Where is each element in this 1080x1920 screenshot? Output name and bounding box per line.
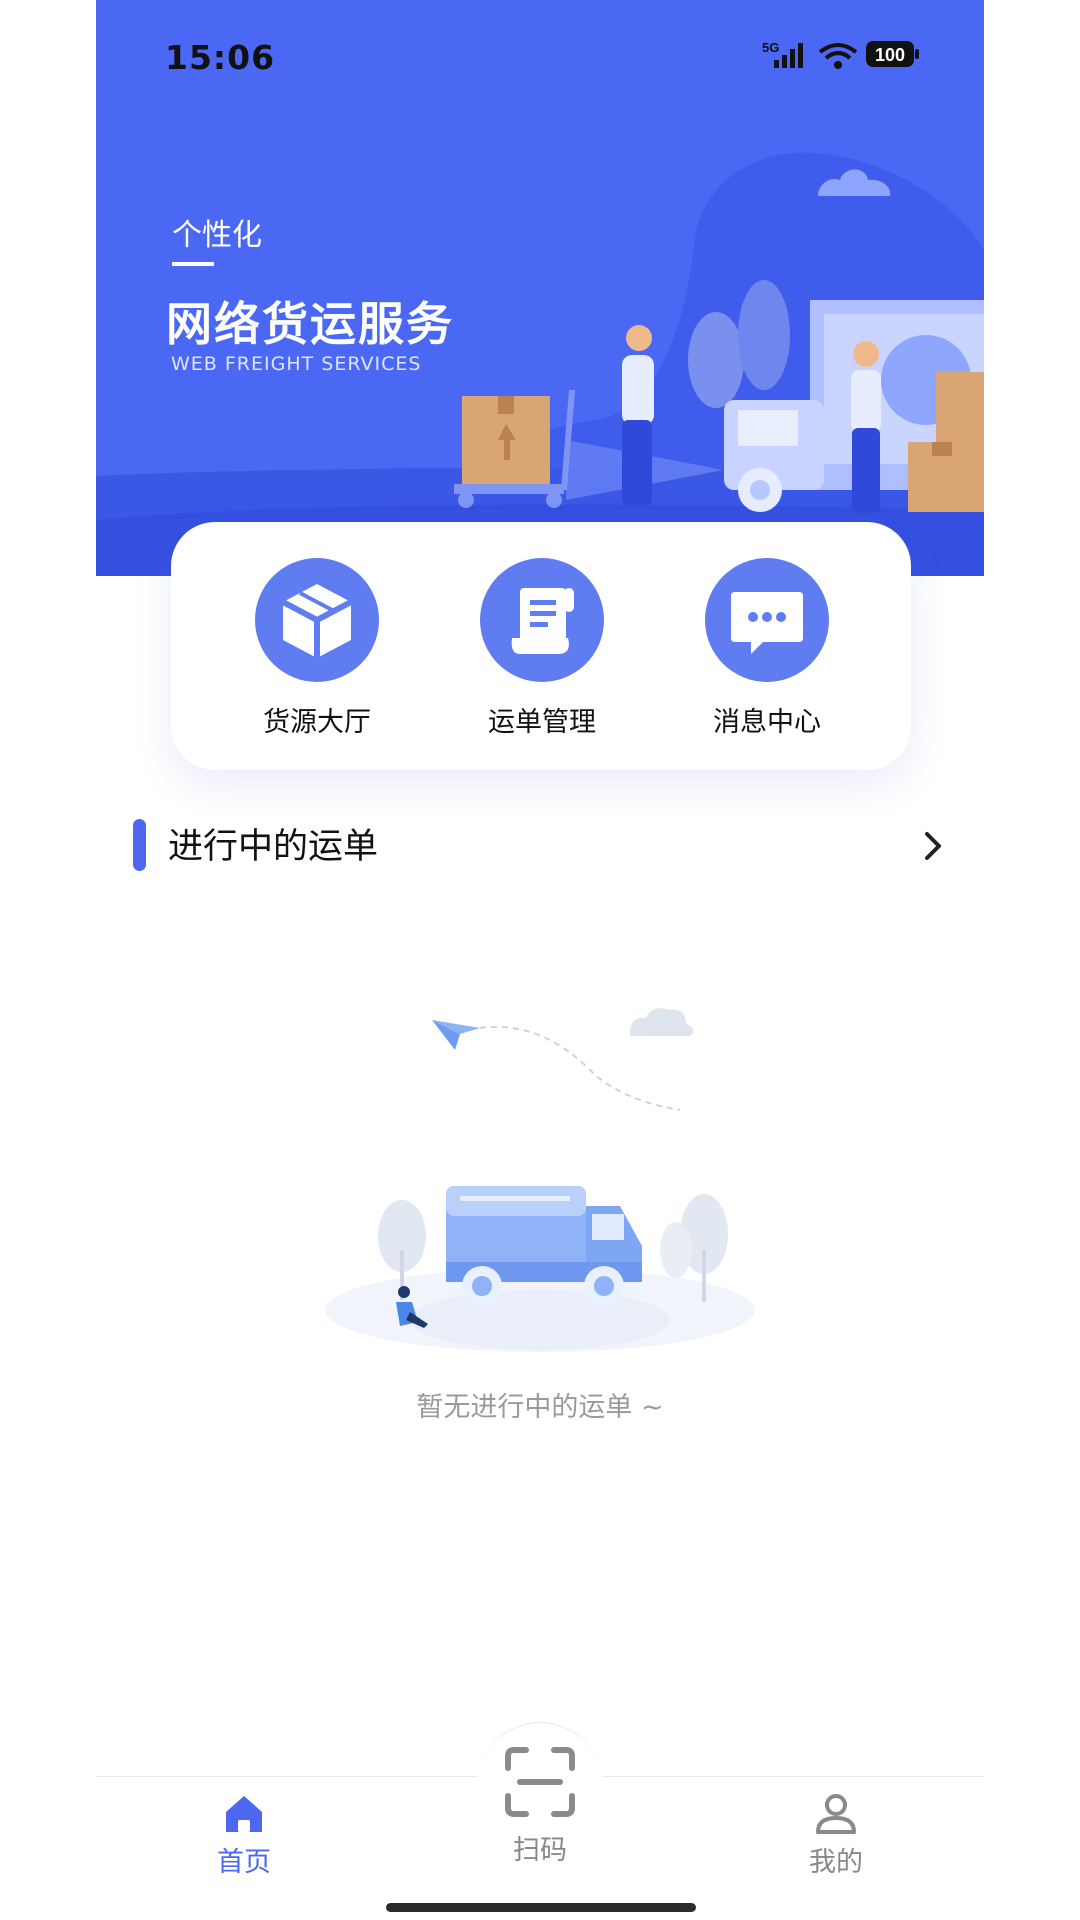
empty-truck-illustration: [320, 980, 760, 1380]
battery-level: 100: [875, 45, 905, 65]
function-card: 货源大厅 运单管理 消息中心: [171, 522, 911, 770]
freight-hall-button[interactable]: 货源大厅: [207, 558, 427, 739]
cellular-signal-icon: 5G: [762, 40, 803, 68]
network-type: 5G: [762, 40, 779, 55]
section-accent-bar: [133, 819, 146, 871]
freight-hall-label: 货源大厅: [263, 707, 371, 738]
cube-icon: [255, 558, 379, 682]
tab-home[interactable]: 首页: [164, 1792, 324, 1879]
tab-home-label: 首页: [217, 1847, 271, 1878]
waybill-management-button[interactable]: 运单管理: [432, 558, 652, 739]
section-title: 进行中的运单: [168, 827, 379, 867]
hero-title-en: WEB FREIGHT SERVICES: [171, 353, 422, 375]
battery-icon: 100: [866, 41, 919, 67]
waybill-management-label: 运单管理: [488, 707, 596, 738]
user-icon: [756, 1792, 916, 1836]
tab-scan[interactable]: 扫码: [460, 1742, 620, 1867]
tab-scan-label: 扫码: [513, 1835, 567, 1866]
scan-icon: [460, 1742, 620, 1822]
chat-bubble-icon: [705, 558, 829, 682]
message-center-label: 消息中心: [713, 707, 821, 738]
message-center-button[interactable]: 消息中心: [657, 558, 877, 739]
hero-subtitle: 个性化: [172, 218, 262, 253]
status-indicators: 5G 100: [762, 38, 920, 78]
empty-state-text: 暂无进行中的运单 ~: [416, 1392, 664, 1423]
home-indicator[interactable]: [386, 1903, 696, 1912]
hero-divider: [172, 262, 214, 266]
home-icon: [164, 1792, 324, 1836]
waybill-scroll-icon: [480, 558, 604, 682]
wifi-icon: [818, 43, 858, 69]
hero-title: 网络货运服务: [166, 297, 454, 351]
tab-profile-label: 我的: [809, 1847, 863, 1878]
status-time: 15:06: [165, 38, 276, 77]
tab-profile[interactable]: 我的: [756, 1792, 916, 1879]
chevron-right-icon[interactable]: [918, 826, 948, 866]
